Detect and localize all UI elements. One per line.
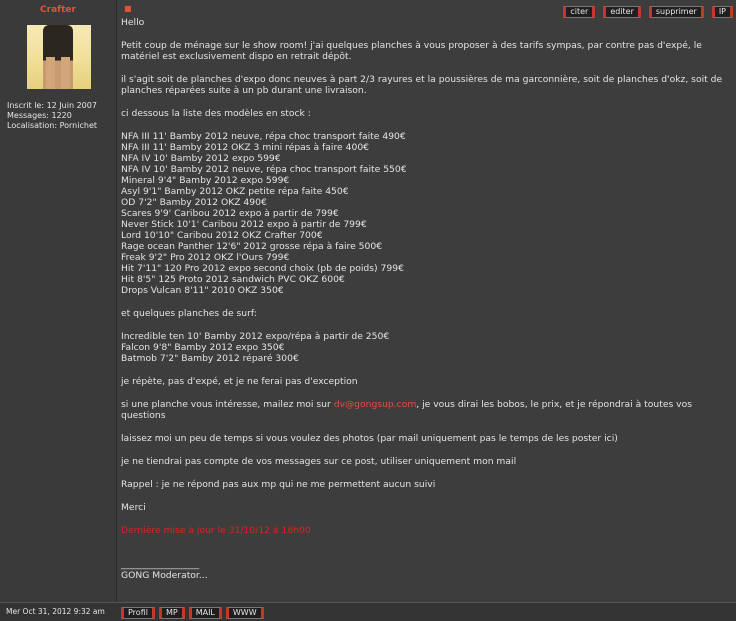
list-intro: ci dessous la liste des modèles en stock…: [121, 108, 311, 119]
location-row: Localisation: Pornichet: [7, 121, 97, 131]
author-panel: Crafter Inscrit le: 12 Juin 2007 Message…: [0, 0, 117, 602]
joined-label: Inscrit le:: [7, 101, 45, 110]
www-button[interactable]: WWW: [225, 607, 264, 619]
author-name[interactable]: Crafter: [0, 0, 116, 17]
messages-row: Messages: 1220: [7, 111, 97, 121]
board-list: NFA III 11' Bamby 2012 neuve, répa choc …: [121, 131, 729, 296]
list-item: NFA III 11' Bamby 2012 OKZ 3 mini répas …: [121, 142, 370, 153]
intro-paragraph: Petit coup de ménage sur le show room! j…: [121, 40, 702, 62]
list-item: Batmob 7'2" Bamby 2012 réparé 300€: [121, 353, 299, 364]
surf-board-list: Incredible ten 10' Bamby 2012 expo/répa …: [121, 331, 729, 364]
list-item: Freak 9'2" Pro 2012 OKZ l'Ours 799€: [121, 252, 290, 263]
post-marker-icon[interactable]: ■: [124, 5, 132, 13]
list-item: OD 7'2" Bamby 2012 OKZ 490€: [121, 197, 267, 208]
no-comments-paragraph: je ne tiendrai pas compte de vos message…: [121, 456, 517, 467]
messages-label: Messages:: [7, 111, 49, 120]
mail-button[interactable]: MAIL: [188, 607, 222, 619]
thanks: Merci: [121, 502, 146, 513]
reminder-paragraph: Rappel : je ne répond pas aux mp qui ne …: [121, 479, 436, 490]
pm-button[interactable]: MP: [158, 607, 185, 619]
surf-intro: et quelques planches de surf:: [121, 308, 257, 319]
joined-row: Inscrit le: 12 Juin 2007: [7, 101, 97, 111]
forum-post: Crafter Inscrit le: 12 Juin 2007 Message…: [0, 0, 736, 621]
list-item: Incredible ten 10' Bamby 2012 expo/répa …: [121, 331, 390, 342]
avatar: [27, 25, 91, 89]
list-item: Falcon 9'8" Bamby 2012 expo 350€: [121, 342, 285, 353]
list-item: Asyl 9'1" Bamby 2012 OKZ petite répa fai…: [121, 186, 349, 197]
footer-buttons: Profil MP MAIL WWW: [121, 607, 264, 619]
list-item: Drops Vulcan 8'11" 2010 OKZ 350€: [121, 285, 284, 296]
contact-before: si une planche vous intéresse, mailez mo…: [121, 399, 334, 410]
last-update: Dernière mise à jour le 31/10/12 à 18h00: [121, 525, 311, 536]
post-content: Hello Petit coup de ménage sur le show r…: [121, 17, 729, 581]
list-item: Scares 9'9' Caribou 2012 expo à partir d…: [121, 208, 339, 219]
messages-value: 1220: [51, 111, 72, 120]
post-body: ■ citer editer supprimer IP Hello Petit …: [117, 0, 736, 602]
list-item: Hit 7'11" 120 Pro 2012 expo second choix…: [121, 263, 404, 274]
details-paragraph: il s'agit soit de planches d'expo donc n…: [121, 74, 723, 96]
list-item: NFA IV 10' Bamby 2012 expo 599€: [121, 153, 281, 164]
joined-value: 12 Juin 2007: [46, 101, 97, 110]
list-item: Rage ocean Panther 12'6" 2012 grosse rép…: [121, 241, 383, 252]
email-link[interactable]: dv@gongsup.com: [334, 399, 417, 410]
list-item: NFA III 11' Bamby 2012 neuve, répa choc …: [121, 131, 406, 142]
location-value: Pornichet: [59, 121, 97, 130]
profile-info: Inscrit le: 12 Juin 2007 Messages: 1220 …: [7, 101, 97, 131]
signature-rule: _________________: [121, 559, 200, 570]
list-item: NFA IV 10' Bamby 2012 neuve, répa choc t…: [121, 164, 407, 175]
repeat-paragraph: je répète, pas d'expé, et je ne ferai pa…: [121, 376, 358, 387]
list-item: Lord 10'10" Caribou 2012 OKZ Crafter 700…: [121, 230, 323, 241]
post-date: Mer Oct 31, 2012 9:32 am: [6, 607, 105, 616]
greeting: Hello: [121, 17, 145, 28]
avatar-leg-left: [46, 57, 55, 89]
contact-paragraph: si une planche vous intéresse, mailez mo…: [121, 399, 729, 421]
post-footer: Mer Oct 31, 2012 9:32 am Profil MP MAIL …: [0, 602, 736, 621]
list-item: Never Stick 10'1' Caribou 2012 expo à pa…: [121, 219, 367, 230]
profile-button[interactable]: Profil: [121, 607, 155, 619]
location-label: Localisation:: [7, 121, 58, 130]
list-item: Mineral 9'4" Bamby 2012 expo 599€: [121, 175, 290, 186]
avatar-leg-right: [61, 57, 70, 89]
signature: GONG Moderator...: [121, 570, 208, 581]
list-item: Hit 8'5" 125 Proto 2012 sandwich PVC OKZ…: [121, 274, 345, 285]
photos-paragraph: laissez moi un peu de temps si vous voul…: [121, 433, 618, 444]
